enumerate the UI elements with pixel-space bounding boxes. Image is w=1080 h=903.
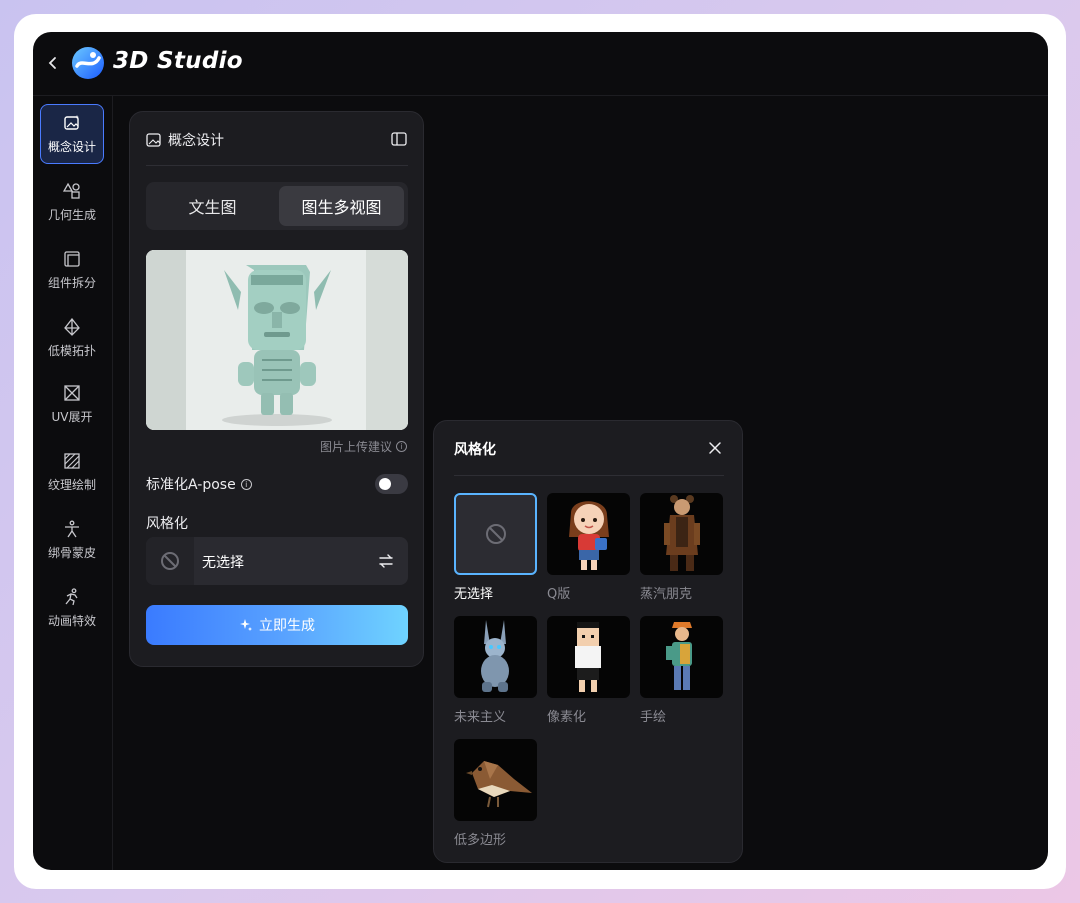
sidebar-item-label: 概念设计 <box>47 139 96 154</box>
style-option-none[interactable]: 无选择 <box>454 493 537 602</box>
style-card <box>547 493 630 575</box>
sparkle-icon <box>240 619 252 631</box>
sidebar-item-label: 组件拆分 <box>47 275 96 290</box>
style-option-futurism[interactable]: 未来主义 <box>454 616 537 725</box>
mode-tabs: 文生图 图生多视图 <box>146 182 408 230</box>
style-value: 无选择 <box>202 555 244 571</box>
style-option-label: 无选择 <box>454 587 494 602</box>
swap-icon[interactable] <box>378 553 394 569</box>
style-card <box>640 493 723 575</box>
robot-rabbit-image <box>481 620 509 692</box>
image-sparkle-icon <box>64 114 79 130</box>
style-option-steampunk[interactable]: 蒸汽朋克 <box>640 493 723 602</box>
image-sparkle-icon <box>146 133 161 147</box>
low-poly-bird-image <box>466 761 532 808</box>
sidebar: 概念设计 几何生成 组件拆分 低模拓扑 UV展开 纹理绘制 绑骨蒙皮 动画特效 <box>33 96 113 870</box>
concept-design-panel: 概念设计 文生图 图生多视图 图片上传建议 i 标准化A-pose i 风格化 … <box>129 111 424 667</box>
sidebar-item-concept-design[interactable]: 概念设计 <box>40 104 104 164</box>
style-option-hand-drawn[interactable]: 手绘 <box>640 616 723 725</box>
pixel-boy-image <box>575 622 601 692</box>
tab-image-to-multiview[interactable]: 图生多视图 <box>279 186 404 226</box>
rigging-icon <box>65 520 79 537</box>
sidebar-item-label: 纹理绘制 <box>47 477 96 492</box>
sidebar-item-label: 低模拓扑 <box>47 343 96 358</box>
tab-text-to-image[interactable]: 文生图 <box>150 186 275 226</box>
style-option-label: 低多边形 <box>454 833 507 848</box>
app-title: 3D Studio <box>113 48 243 74</box>
bronze-figure-image <box>146 250 408 430</box>
apose-toggle[interactable] <box>375 474 408 494</box>
uploaded-image-preview[interactable] <box>146 250 408 430</box>
style-option-chibi[interactable]: Q版 <box>547 493 630 602</box>
info-icon[interactable]: i <box>240 478 252 490</box>
sidebar-item-rigging[interactable]: 绑骨蒙皮 <box>40 510 104 570</box>
style-card <box>454 493 537 575</box>
divider <box>454 475 724 476</box>
style-label: 风格化 <box>146 516 188 532</box>
style-option-label: 未来主义 <box>454 710 507 725</box>
upload-tip[interactable]: 图片上传建议 i <box>320 438 407 455</box>
style-option-label: 手绘 <box>640 710 667 725</box>
divider <box>146 165 408 166</box>
animation-icon <box>65 587 78 605</box>
style-card <box>454 616 537 698</box>
sidebar-item-component-split[interactable]: 组件拆分 <box>40 240 104 300</box>
low-poly-icon <box>64 317 80 336</box>
sidebar-item-label: 动画特效 <box>47 613 96 628</box>
style-card <box>640 616 723 698</box>
panel-header: 概念设计 <box>146 130 224 150</box>
layers-split-icon <box>64 250 80 267</box>
style-option-label: 像素化 <box>547 710 587 725</box>
app-window: 3D Studio 概念设计 几何生成 组件拆分 低模拓扑 UV展开 纹理绘制 <box>33 32 1048 870</box>
top-bar: 3D Studio <box>33 32 1048 96</box>
app-logo <box>72 47 104 79</box>
hand-drawn-figure-image <box>666 622 692 690</box>
sidebar-item-uv-unwrap[interactable]: UV展开 <box>40 374 104 434</box>
info-icon: i <box>396 441 407 452</box>
shapes-icon <box>63 182 80 199</box>
close-icon[interactable] <box>708 441 722 455</box>
sidebar-item-label: 几何生成 <box>47 207 96 222</box>
no-style-icon <box>485 524 506 544</box>
steampunk-figure-image <box>664 495 700 571</box>
apose-row: 标准化A-pose i <box>146 474 252 494</box>
back-icon[interactable] <box>45 53 61 73</box>
apose-label: 标准化A-pose <box>146 477 236 493</box>
sidebar-item-geometry[interactable]: 几何生成 <box>40 172 104 232</box>
uv-unwrap-icon <box>64 384 80 401</box>
style-popup: 风格化 无选择 Q版 蒸汽朋克 未来主义 像素化 手绘 低多边形 <box>433 420 743 863</box>
no-style-icon <box>161 552 179 570</box>
panel-title: 概念设计 <box>168 133 224 149</box>
style-selector[interactable]: 无选择 <box>146 537 408 585</box>
panel-collapse-icon[interactable] <box>391 132 407 146</box>
style-option-pixel[interactable]: 像素化 <box>547 616 630 725</box>
style-card <box>547 616 630 698</box>
generate-label: 立即生成 <box>259 618 315 634</box>
chibi-girl-image <box>569 501 609 570</box>
style-option-low-poly[interactable]: 低多边形 <box>454 739 537 848</box>
sidebar-item-animation[interactable]: 动画特效 <box>40 578 104 638</box>
upload-tip-text: 图片上传建议 <box>319 440 392 454</box>
generate-button[interactable]: 立即生成 <box>146 605 408 645</box>
sidebar-item-label: 绑骨蒙皮 <box>47 545 96 560</box>
sidebar-item-low-poly[interactable]: 低模拓扑 <box>40 308 104 368</box>
style-option-label: Q版 <box>547 587 571 602</box>
sidebar-item-label: UV展开 <box>51 409 93 424</box>
style-card <box>454 739 537 821</box>
style-thumb <box>146 537 194 585</box>
popup-title: 风格化 <box>454 442 496 458</box>
sidebar-item-texture[interactable]: 纹理绘制 <box>40 442 104 502</box>
style-option-label: 蒸汽朋克 <box>640 587 693 602</box>
texture-paint-icon <box>64 452 80 469</box>
